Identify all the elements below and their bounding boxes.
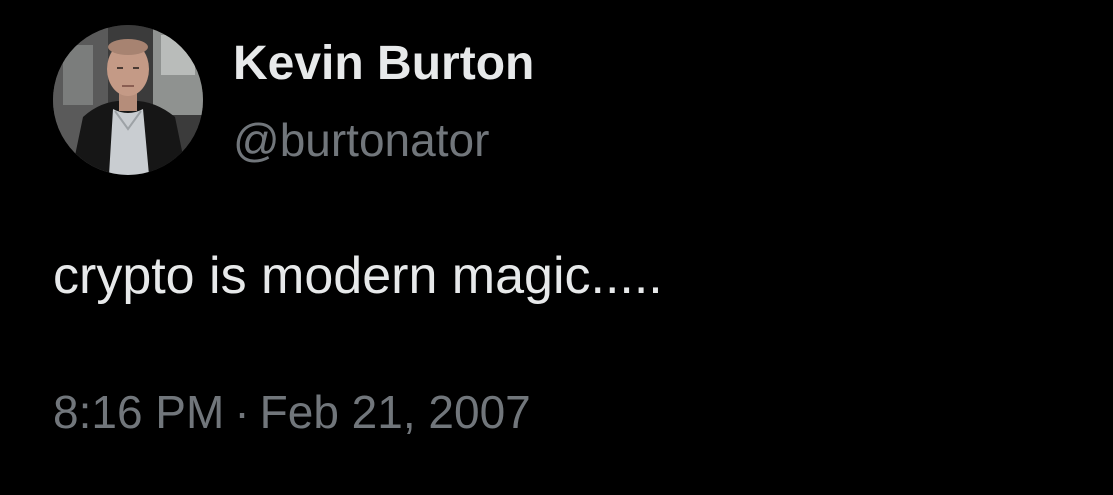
author-handle[interactable]: @burtonator <box>233 110 489 170</box>
tweet-card: Kevin Burton @burtonator crypto is moder… <box>0 0 1113 495</box>
tweet-date: Feb 21, 2007 <box>259 386 531 438</box>
avatar[interactable] <box>53 25 203 175</box>
author-display-name[interactable]: Kevin Burton <box>233 34 534 94</box>
tweet-text: crypto is modern magic..... <box>53 247 663 305</box>
meta-separator: · <box>234 386 250 438</box>
tweet-timestamp[interactable]: 8:16 PM · Feb 21, 2007 <box>53 382 531 442</box>
avatar-photo-icon <box>53 25 203 175</box>
tweet-time: 8:16 PM <box>53 386 225 438</box>
